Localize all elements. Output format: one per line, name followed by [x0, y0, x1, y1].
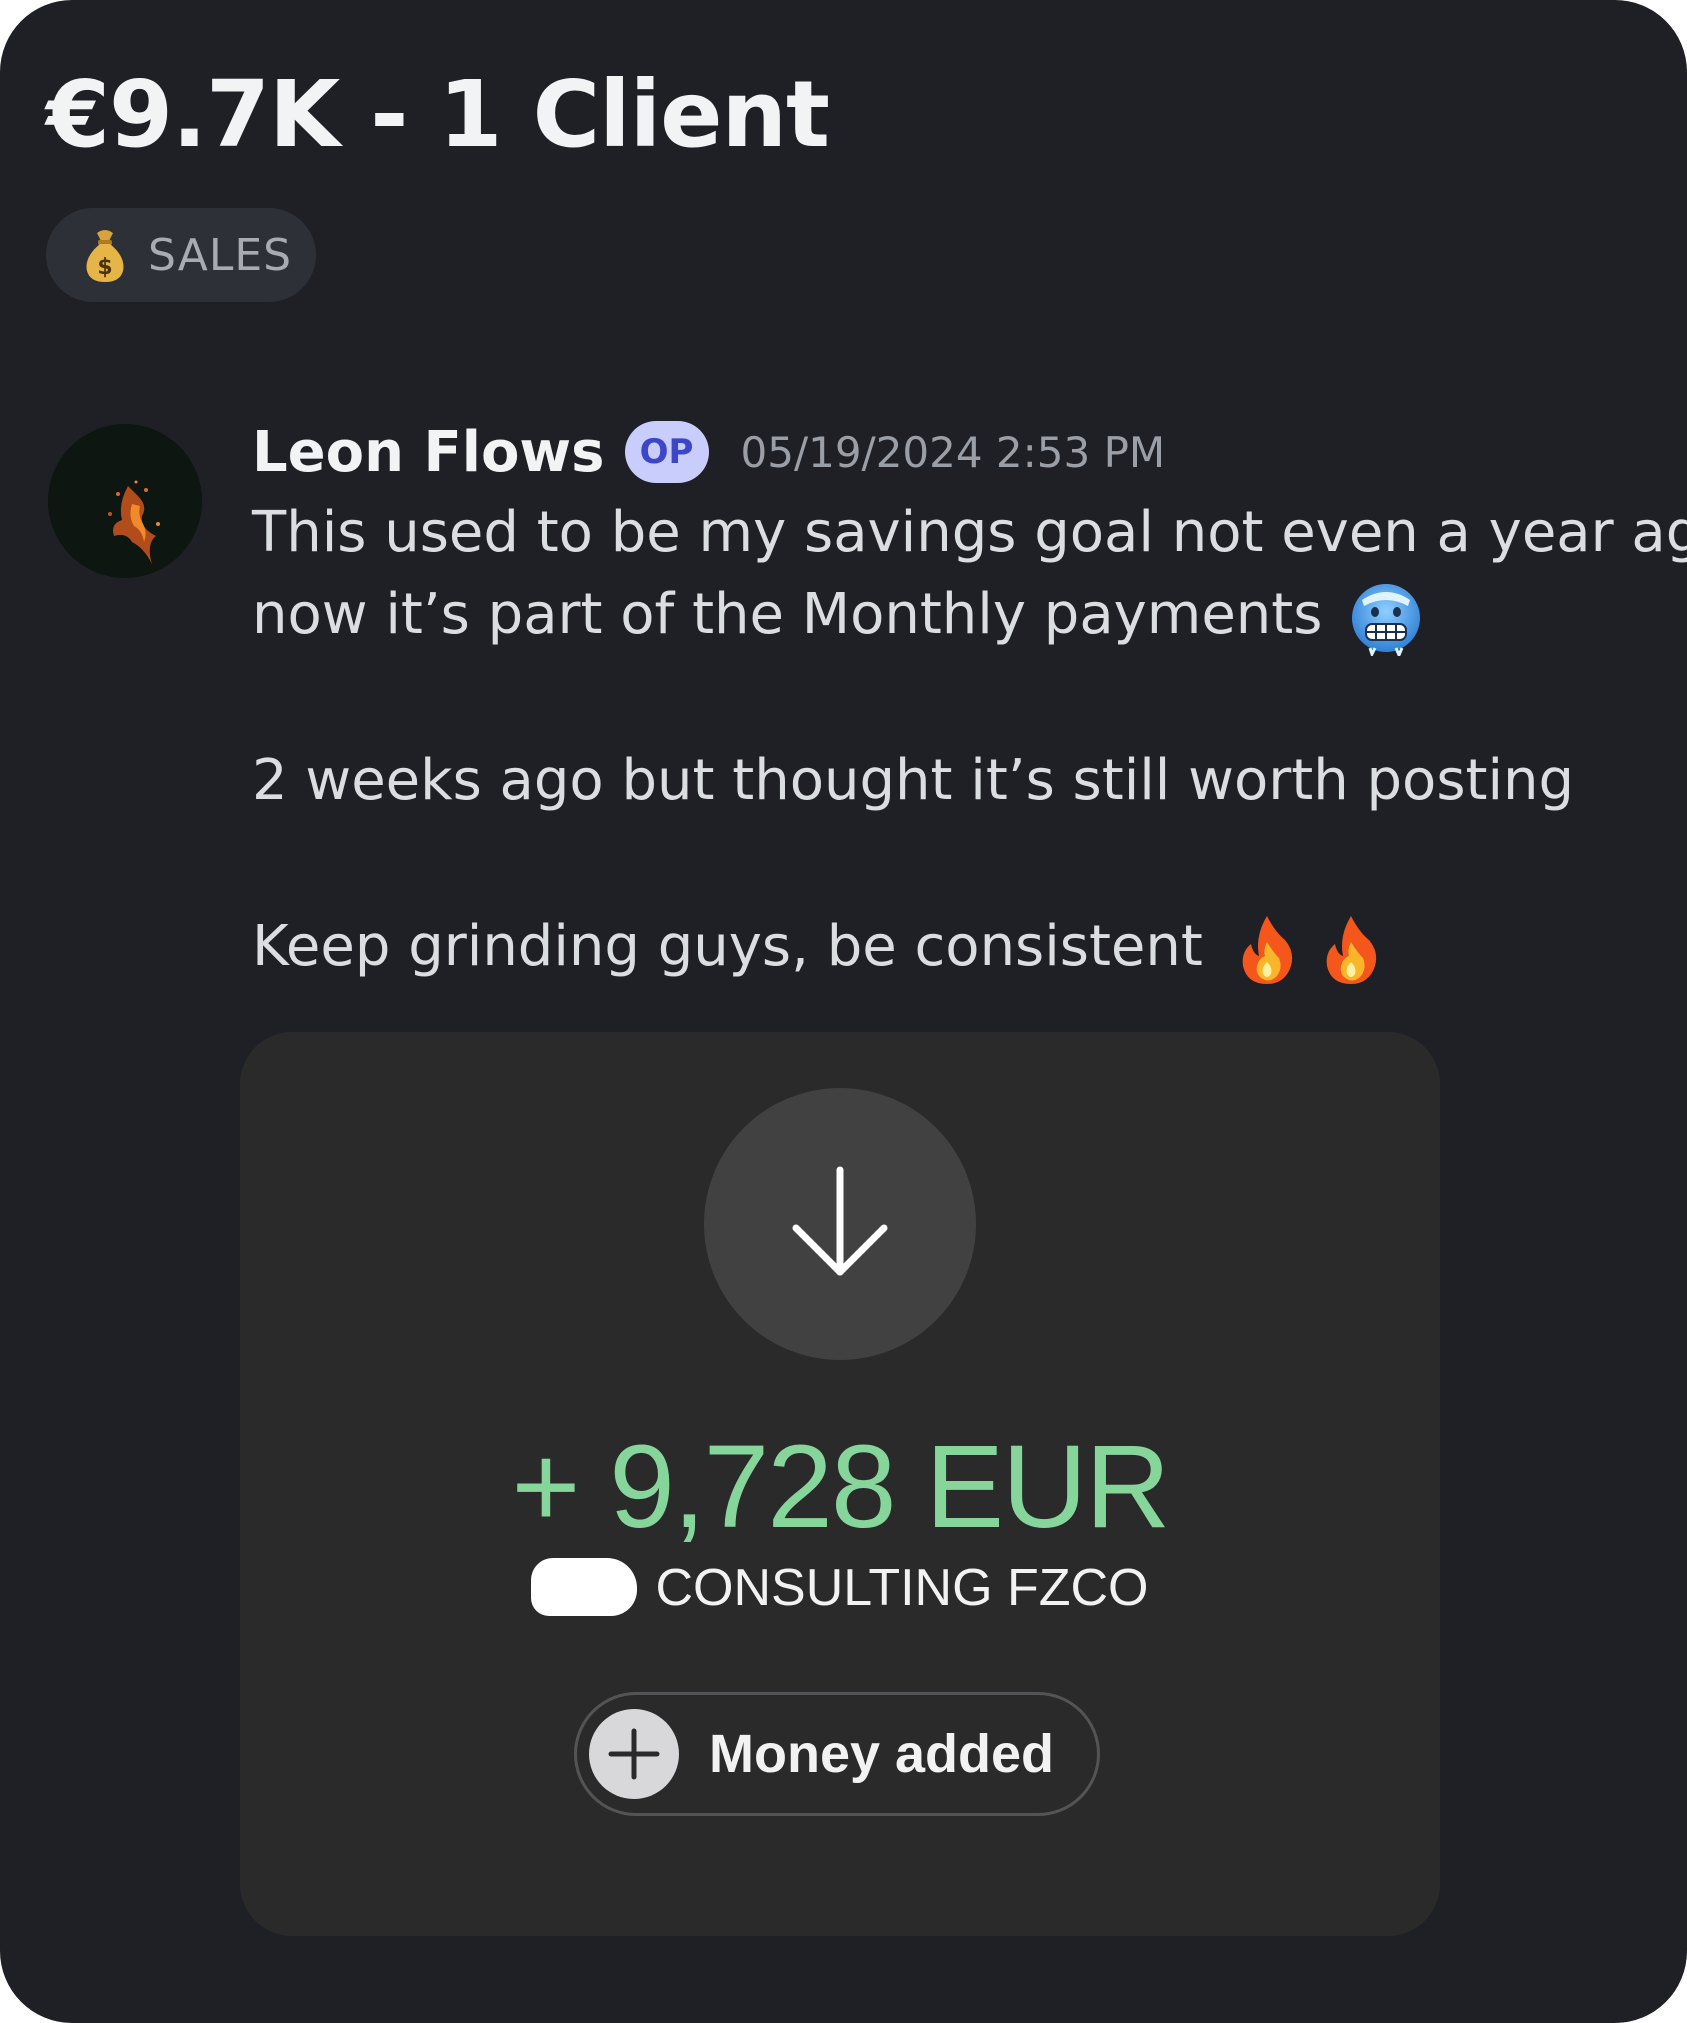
money-bag-icon: $: [82, 227, 128, 283]
message-header: Leon Flows OP 05/19/2024 2:53 PM: [252, 412, 1165, 492]
fire-emoji: [1229, 912, 1305, 988]
plus-icon: [589, 1709, 679, 1799]
message-text: 2 weeks ago but thought it’s still worth…: [252, 748, 1575, 813]
author-avatar[interactable]: [48, 424, 202, 578]
message-line: 2 weeks ago but thought it’s still worth…: [252, 740, 1652, 822]
message-text: now it’s part of the Monthly payments: [252, 582, 1323, 647]
message-text: Keep grinding guys, be consistent: [252, 914, 1203, 979]
redaction-mark: [531, 1558, 638, 1617]
forum-post-card: €9.7K - 1 Client $ SALES Leon Flows OP 0…: [0, 0, 1687, 2023]
status-pill: Money added: [574, 1692, 1100, 1816]
message-line: This used to be my savings goal not even…: [252, 492, 1687, 574]
message-text: This used to be my savings goal not even…: [252, 500, 1687, 565]
tag-label: SALES: [148, 229, 293, 281]
author-name[interactable]: Leon Flows: [252, 420, 605, 485]
fire-emoji: [1313, 912, 1389, 988]
op-badge: OP: [624, 421, 709, 483]
arrow-down-icon: [704, 1088, 976, 1360]
message-body: This used to be my savings goal not even…: [252, 492, 1687, 988]
post-tag-sales[interactable]: $ SALES: [46, 208, 316, 302]
message-line: now it’s part of the Monthly payments: [252, 574, 1652, 656]
message-timestamp: 05/19/2024 2:53 PM: [740, 427, 1166, 477]
message-line: Keep grinding guys, be consistent: [252, 906, 1652, 988]
cold-face-emoji: [1348, 580, 1424, 656]
post-title: €9.7K - 1 Client: [46, 61, 830, 168]
transaction-amount: + 9,728 EUR: [511, 1421, 1171, 1553]
payer-name: CONSULTING FZCO: [655, 1559, 1149, 1617]
transaction-payer: CONSULTING FZCO: [240, 1556, 1440, 1620]
status-label: Money added: [709, 1724, 1055, 1784]
attachment-image-receipt[interactable]: + 9,728 EUR CONSULTING FZCO Money added: [240, 1032, 1440, 1936]
svg-text:$: $: [97, 255, 112, 280]
